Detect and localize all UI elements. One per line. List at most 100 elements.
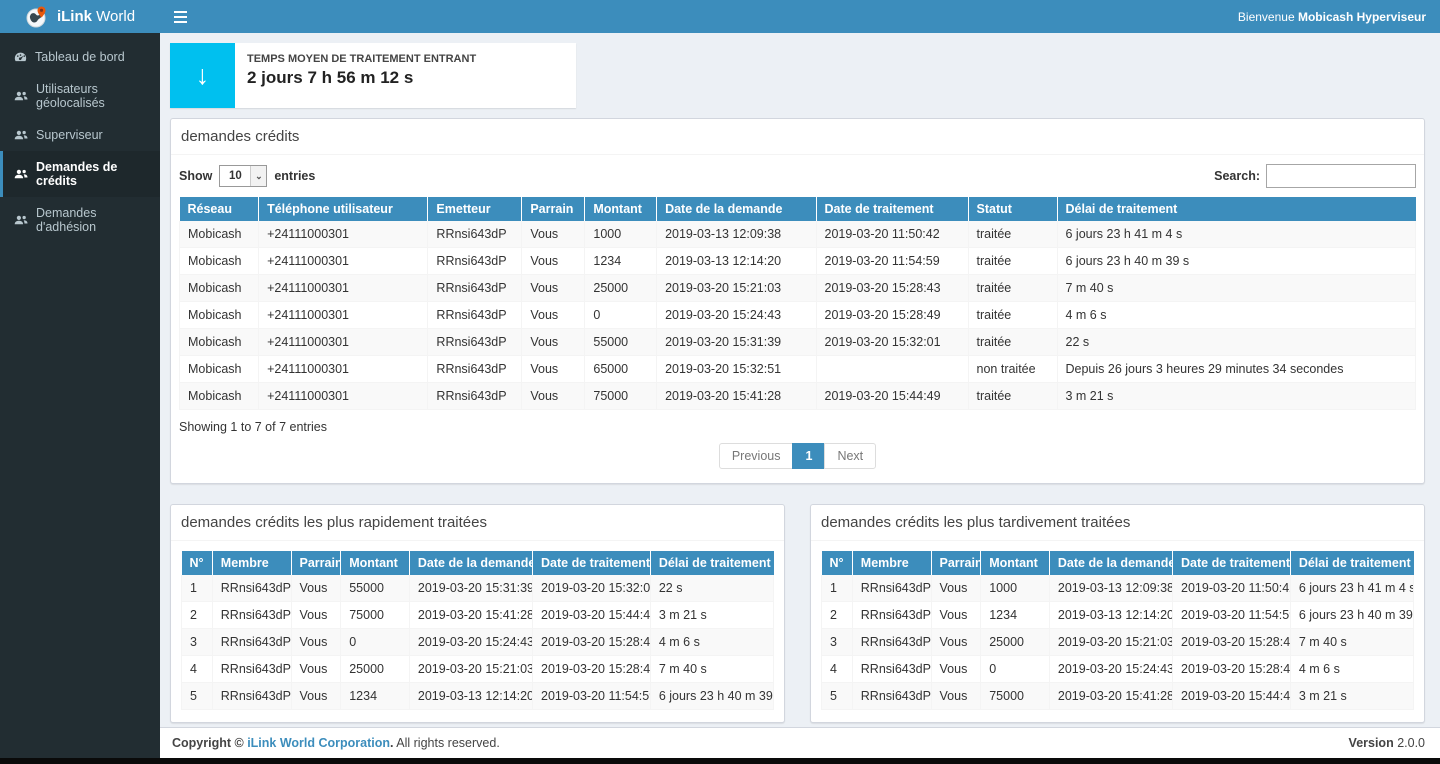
column-header: Statut [968, 197, 1057, 221]
table-cell: RRnsi643dP [212, 656, 291, 683]
table-row: 1RRnsi643dPVous550002019-03-20 15:31:392… [182, 575, 774, 602]
table-cell: 65000 [585, 356, 657, 383]
table-cell: 2019-03-20 15:28:49 [816, 302, 968, 329]
table-cell: Vous [931, 575, 981, 602]
table-cell: 2019-03-20 15:28:49 [533, 629, 651, 656]
table-cell: 2019-03-20 15:24:43 [409, 629, 532, 656]
table-cell: Vous [522, 302, 585, 329]
table-cell: 2019-03-20 15:24:43 [1049, 656, 1172, 683]
infobox-value: 2 jours 7 h 56 m 12 s [247, 68, 476, 88]
table-cell: 1234 [981, 602, 1050, 629]
table-cell: +24111000301 [259, 275, 428, 302]
table-row: 3RRnsi643dPVous02019-03-20 15:24:432019-… [182, 629, 774, 656]
table-cell: +24111000301 [259, 329, 428, 356]
sidebar-item-demandes-de-credits[interactable]: Demandes de crédits [0, 151, 160, 197]
column-header: N° [822, 551, 853, 575]
table-cell: 2019-03-20 15:21:03 [657, 275, 816, 302]
table-cell: 7 m 40 s [1057, 275, 1416, 302]
credits-table: RéseauTéléphone utilisateurEmetteurParra… [179, 197, 1416, 410]
sidebar-item-demandes-adhesion[interactable]: Demandes d'adhésion [0, 197, 160, 243]
table-cell: RRnsi643dP [428, 248, 522, 275]
credits-requests-panel: demandes crédits Show 10 ⌄ entries Searc… [170, 118, 1425, 484]
table-cell: 6 jours 23 h 41 m 4 s [1290, 575, 1413, 602]
table-cell: traitée [968, 383, 1057, 410]
table-cell: 1234 [585, 248, 657, 275]
table-cell: 4 [182, 656, 213, 683]
sidebar-item-tableau-de-bord[interactable]: Tableau de bord [0, 41, 160, 73]
page-1-button[interactable]: 1 [792, 443, 825, 469]
table-cell: Vous [522, 329, 585, 356]
column-header: Membre [212, 551, 291, 575]
table-cell: Vous [522, 356, 585, 383]
brand-logo[interactable]: iLink World [0, 0, 160, 33]
table-cell: 6 jours 23 h 40 m 39 s [650, 683, 773, 710]
table-cell: RRnsi643dP [852, 629, 931, 656]
next-page-button[interactable]: Next [824, 443, 876, 469]
version-text: Version 2.0.0 [1349, 736, 1425, 750]
table-cell: traitée [968, 275, 1057, 302]
column-header: Date de traitement [1173, 551, 1291, 575]
topbar: Bienvenue Mobicash Hyperviseur [160, 0, 1440, 33]
panel-title: demandes crédits les plus tardivement tr… [811, 505, 1424, 541]
table-cell: 2019-03-20 15:28:43 [1173, 629, 1291, 656]
column-header: Date de la demande [1049, 551, 1172, 575]
search-input[interactable] [1266, 164, 1416, 188]
sidebar-item-superviseur[interactable]: Superviseur [0, 119, 160, 151]
column-header: Emetteur [428, 197, 522, 221]
table-row: 1RRnsi643dPVous10002019-03-13 12:09:3820… [822, 575, 1414, 602]
table-cell: 22 s [650, 575, 773, 602]
table-cell: RRnsi643dP [212, 575, 291, 602]
table-cell: 2019-03-13 12:09:38 [657, 221, 816, 248]
show-label: Show [179, 169, 212, 183]
table-cell: Mobicash [180, 302, 259, 329]
table-row: 2RRnsi643dPVous12342019-03-13 12:14:2020… [822, 602, 1414, 629]
bottom-strip [0, 758, 1440, 764]
welcome-text: Bienvenue Mobicash Hyperviseur [1238, 10, 1426, 24]
table-cell: 2019-03-20 15:32:51 [657, 356, 816, 383]
table-cell: 2019-03-20 15:41:28 [1049, 683, 1172, 710]
table-cell: 25000 [585, 275, 657, 302]
table-cell: 25000 [981, 629, 1050, 656]
table-cell: 7 m 40 s [1290, 629, 1413, 656]
table-cell: 4 [822, 656, 853, 683]
table-cell: 4 m 6 s [650, 629, 773, 656]
table-cell: 1 [182, 575, 213, 602]
hamburger-menu-icon[interactable] [174, 0, 204, 33]
panel-title: demandes crédits les plus rapidement tra… [171, 505, 784, 541]
company-link[interactable]: iLink World Corporation [247, 736, 390, 750]
table-cell: RRnsi643dP [852, 602, 931, 629]
avg-processing-time-card: ↓ TEMPS MOYEN DE TRAITEMENT ENTRANT 2 jo… [170, 43, 576, 108]
column-header: Réseau [180, 197, 259, 221]
table-cell: traitée [968, 221, 1057, 248]
table-cell: 1 [822, 575, 853, 602]
table-cell: Vous [522, 275, 585, 302]
table-cell: 55000 [585, 329, 657, 356]
chevron-down-icon: ⌄ [250, 166, 266, 186]
table-cell: RRnsi643dP [428, 329, 522, 356]
table-cell: Vous [291, 575, 341, 602]
column-header: Date de la demande [409, 551, 532, 575]
table-cell: +24111000301 [259, 302, 428, 329]
table-cell: Vous [291, 656, 341, 683]
table-cell: 7 m 40 s [650, 656, 773, 683]
table-cell: Depuis 26 jours 3 heures 29 minutes 34 s… [1057, 356, 1416, 383]
previous-page-button[interactable]: Previous [719, 443, 794, 469]
sidebar-item-utilisateurs-geolocalises[interactable]: Utilisateurs géolocalisés [0, 73, 160, 119]
table-cell: 2019-03-20 15:44:49 [816, 383, 968, 410]
table-cell: 2019-03-20 11:54:59 [1173, 602, 1291, 629]
page-length-select[interactable]: 10 ⌄ [219, 165, 267, 187]
globe-pin-icon [25, 5, 49, 29]
table-row: Mobicash+24111000301RRnsi643dPVous250002… [180, 275, 1416, 302]
entries-label: entries [274, 169, 315, 183]
column-header: Délai de traitement [650, 551, 773, 575]
table-cell: 6 jours 23 h 41 m 4 s [1057, 221, 1416, 248]
table-cell: Mobicash [180, 221, 259, 248]
column-header: Montant [585, 197, 657, 221]
table-cell: Vous [291, 629, 341, 656]
table-cell: 2019-03-20 15:31:39 [409, 575, 532, 602]
table-cell: 0 [341, 629, 410, 656]
table-cell: traitée [968, 329, 1057, 356]
table-cell: 6 jours 23 h 40 m 39 s [1057, 248, 1416, 275]
table-summary: Showing 1 to 7 of 7 entries [179, 420, 1416, 434]
table-cell: 2019-03-20 15:44:49 [533, 602, 651, 629]
